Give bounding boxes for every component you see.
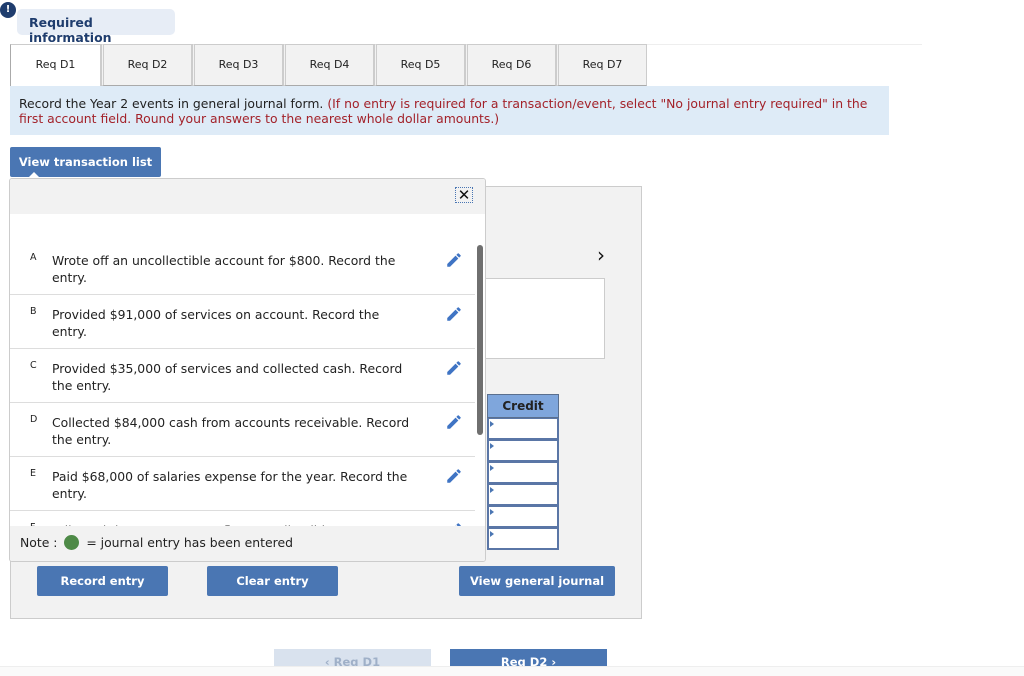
transaction-text: Paid $68,000 of salaries expense for the…	[52, 469, 408, 501]
requirement-tabs: Req D1 Req D2 Req D3 Req D4 Req D5 Req D…	[10, 44, 647, 86]
credit-column: Credit	[487, 394, 559, 550]
pencil-icon[interactable]	[445, 413, 463, 431]
next-transaction-icon[interactable]: ›	[597, 243, 605, 267]
tab-req-d1[interactable]: Req D1	[10, 44, 101, 86]
transaction-letter: C	[30, 360, 37, 371]
transaction-list-popup: ✕ A Wrote off an uncollectible account f…	[9, 178, 486, 562]
footer-bar	[0, 666, 1024, 676]
transaction-letter: A	[30, 252, 37, 263]
transaction-text: Provided $91,000 of services on account.…	[52, 307, 380, 339]
transaction-item-a[interactable]: A Wrote off an uncollectible account for…	[10, 214, 475, 295]
entered-dot-icon	[64, 535, 80, 550]
credit-input[interactable]	[487, 462, 559, 484]
required-information-label: Required information	[17, 9, 175, 45]
credit-input[interactable]	[487, 484, 559, 506]
transaction-text: Collected $84,000 cash from accounts rec…	[52, 415, 410, 447]
legend-note: Note : = journal entry has been entered	[10, 526, 485, 561]
tab-req-d2[interactable]: Req D2	[101, 44, 192, 86]
transaction-letter: B	[30, 306, 37, 317]
transaction-item-d[interactable]: D Collected $84,000 cash from accounts r…	[10, 403, 475, 457]
close-icon[interactable]: ✕	[455, 187, 473, 203]
transaction-list: A Wrote off an uncollectible account for…	[10, 214, 475, 528]
note-suffix: = journal entry has been entered	[82, 535, 293, 550]
alert-icon: !	[0, 2, 16, 18]
tab-req-d6[interactable]: Req D6	[465, 44, 556, 86]
pencil-icon[interactable]	[445, 251, 463, 269]
record-entry-button[interactable]: Record entry	[37, 566, 168, 596]
transaction-description-box	[484, 278, 605, 359]
instruction-main: Record the Year 2 events in general jour…	[19, 96, 328, 111]
view-transaction-list-button[interactable]: View transaction list	[10, 147, 161, 178]
view-general-journal-button[interactable]: View general journal	[459, 566, 615, 596]
clear-entry-button[interactable]: Clear entry	[207, 566, 338, 596]
transaction-item-b[interactable]: B Provided $91,000 of services on accoun…	[10, 295, 475, 349]
tab-req-d5[interactable]: Req D5	[374, 44, 465, 86]
transaction-text: Provided $35,000 of services and collect…	[52, 361, 403, 393]
tab-req-d7[interactable]: Req D7	[556, 44, 647, 86]
credit-header: Credit	[487, 394, 559, 418]
transaction-item-e[interactable]: E Paid $68,000 of salaries expense for t…	[10, 457, 475, 511]
transaction-item-c[interactable]: C Provided $35,000 of services and colle…	[10, 349, 475, 403]
credit-input[interactable]	[487, 440, 559, 462]
pencil-icon[interactable]	[445, 359, 463, 377]
credit-input[interactable]	[487, 506, 559, 528]
credit-input[interactable]	[487, 418, 559, 440]
credit-input[interactable]	[487, 528, 559, 550]
pencil-icon[interactable]	[445, 467, 463, 485]
transaction-letter: E	[30, 468, 37, 479]
pencil-icon[interactable]	[445, 305, 463, 323]
transaction-list-scrollbar[interactable]	[477, 245, 483, 435]
transaction-text: Wrote off an uncollectible account for $…	[52, 253, 396, 285]
transaction-letter: D	[30, 414, 38, 425]
note-prefix: Note :	[20, 535, 62, 550]
tab-req-d3[interactable]: Req D3	[192, 44, 283, 86]
tab-req-d4[interactable]: Req D4	[283, 44, 374, 86]
popup-header: ✕	[10, 179, 485, 214]
instruction-box: Record the Year 2 events in general jour…	[10, 86, 889, 135]
